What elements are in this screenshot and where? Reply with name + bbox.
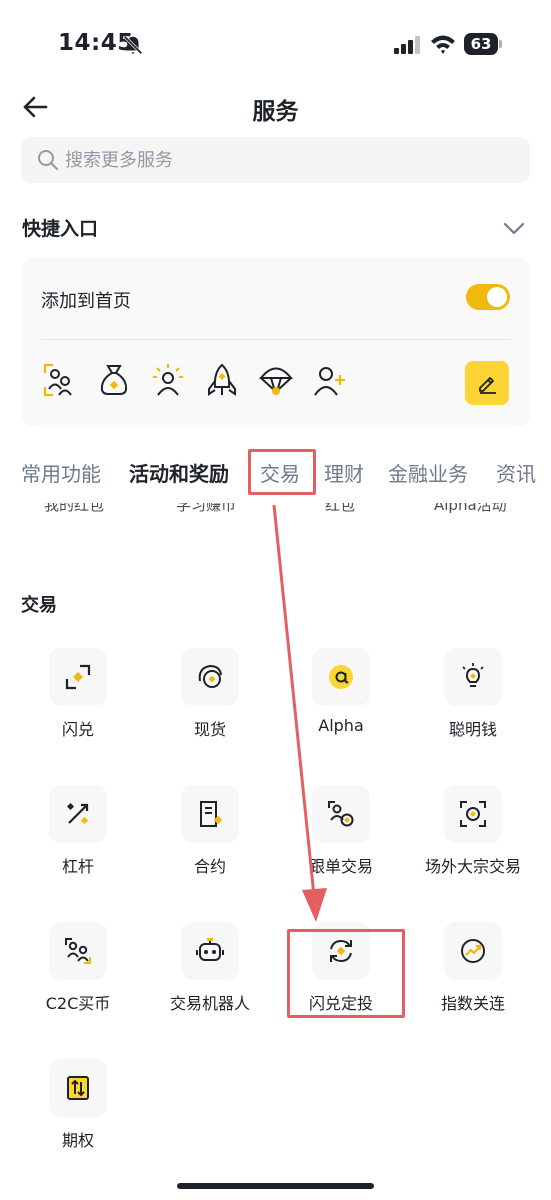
scrolled-row: 我的红包 学习赚币 红包 Alpha活动 bbox=[0, 503, 551, 517]
cut-label-alpha-activity[interactable]: Alpha活动 bbox=[434, 503, 507, 515]
sun-user-icon[interactable] bbox=[151, 363, 185, 397]
grid-label: 闪兑 bbox=[61, 720, 94, 739]
edit-shortcuts-button[interactable] bbox=[465, 361, 509, 405]
search-bar[interactable] bbox=[21, 137, 530, 183]
robot-icon-bg bbox=[181, 922, 239, 980]
grid-label: 指数关连 bbox=[440, 994, 505, 1013]
add-to-home-label: 添加到首页 bbox=[41, 291, 131, 312]
tab-common[interactable]: 常用功能 bbox=[21, 456, 101, 496]
battery-icon: 63 bbox=[464, 33, 502, 55]
grid-item-futures[interactable]: 合约 bbox=[145, 785, 275, 895]
signal-icon bbox=[394, 36, 420, 54]
cut-label-red-packet[interactable]: 我的红包 bbox=[44, 503, 104, 515]
grid-item-c2c[interactable]: C2C买币 bbox=[13, 922, 143, 1032]
grid-label: 杠杆 bbox=[61, 857, 94, 876]
user-scan-icon[interactable] bbox=[43, 363, 77, 397]
grid-label: 聪明钱 bbox=[448, 720, 497, 739]
lightbulb-icon bbox=[462, 663, 484, 687]
tab-activities[interactable]: 活动和奖励 bbox=[129, 456, 229, 496]
otc-icon bbox=[460, 801, 486, 827]
options-icon bbox=[67, 1076, 89, 1100]
document-icon bbox=[200, 801, 223, 827]
arrow-left-icon[interactable] bbox=[22, 94, 48, 120]
copy-trade-icon bbox=[328, 801, 354, 827]
grid-label: 期权 bbox=[61, 1131, 94, 1150]
copy-trade-icon-bg bbox=[312, 785, 370, 843]
alpha-icon-bg bbox=[312, 648, 370, 706]
index-link-icon-bg bbox=[444, 922, 502, 980]
grid-item-convert[interactable]: 闪兑 bbox=[13, 648, 143, 758]
wifi-icon bbox=[431, 35, 455, 54]
grid-item-copy-trading[interactable]: 跟单交易 bbox=[276, 785, 406, 895]
percent-icon bbox=[66, 802, 89, 825]
trade-section-title: 交易 bbox=[21, 595, 57, 616]
grid-item-trading-bot[interactable]: 交易机器人 bbox=[145, 922, 275, 1032]
grid-item-smart-money[interactable]: 聪明钱 bbox=[408, 648, 538, 758]
convert-icon-bg bbox=[49, 648, 107, 706]
battery-tip bbox=[499, 40, 502, 48]
otc-icon-bg bbox=[444, 785, 502, 843]
cut-label-learn-earn[interactable]: 学习赚币 bbox=[176, 503, 236, 515]
grid-label: C2C买币 bbox=[45, 994, 111, 1013]
tab-earn[interactable]: 理财 bbox=[324, 456, 364, 496]
page-title: 服务 bbox=[252, 99, 299, 125]
grid-item-otc[interactable]: 场外大宗交易 bbox=[408, 785, 538, 895]
convert-icon bbox=[65, 664, 91, 690]
rocket-icon[interactable] bbox=[205, 363, 239, 397]
index-link-icon bbox=[461, 939, 485, 963]
battery-level: 63 bbox=[464, 33, 498, 55]
toggle-knob bbox=[487, 287, 507, 307]
c2c-icon-bg bbox=[49, 922, 107, 980]
grid-item-spot[interactable]: 现货 bbox=[145, 648, 275, 758]
grid-label: 场外大宗交易 bbox=[424, 857, 521, 876]
home-indicator bbox=[177, 1183, 374, 1189]
money-bag-icon[interactable] bbox=[97, 363, 131, 397]
grid-item-margin[interactable]: 杠杆 bbox=[13, 785, 143, 895]
grid-label: 交易机器人 bbox=[169, 994, 250, 1013]
search-icon bbox=[38, 150, 58, 170]
cut-label-red-envelope[interactable]: 红包 bbox=[325, 503, 355, 515]
bell-slash-icon bbox=[123, 35, 143, 55]
grid-label: 现货 bbox=[193, 720, 226, 739]
add-to-home-toggle[interactable] bbox=[466, 284, 510, 310]
grid-item-index-link[interactable]: 指数关连 bbox=[408, 922, 538, 1032]
spot-icon bbox=[198, 664, 222, 688]
parachute-icon[interactable] bbox=[259, 363, 293, 397]
quick-access-title: 快捷入口 bbox=[22, 218, 99, 240]
chevron-down-icon[interactable] bbox=[502, 216, 526, 240]
spot-icon-bg bbox=[181, 648, 239, 706]
lightbulb-icon-bg bbox=[444, 648, 502, 706]
status-bar: 14:45 63 bbox=[0, 0, 551, 80]
grid-label: Alpha bbox=[318, 716, 364, 735]
percent-icon-bg bbox=[49, 785, 107, 843]
card-divider bbox=[41, 339, 511, 340]
tab-news[interactable]: 资讯 bbox=[496, 456, 536, 496]
add-user-icon[interactable] bbox=[313, 363, 347, 397]
grid-label: 跟单交易 bbox=[308, 857, 373, 876]
tab-finance[interactable]: 金融业务 bbox=[388, 456, 468, 496]
nav-header: 服务 bbox=[0, 82, 551, 132]
grid-item-options[interactable]: 期权 bbox=[13, 1059, 143, 1169]
options-icon-bg bbox=[49, 1059, 107, 1117]
search-input[interactable] bbox=[65, 137, 515, 183]
grid-item-alpha[interactable]: Alpha bbox=[276, 648, 406, 758]
c2c-icon bbox=[65, 938, 91, 964]
annotation-highlight-auto-invest bbox=[287, 929, 405, 1018]
robot-icon bbox=[196, 938, 224, 961]
quick-access-card: 添加到首页 bbox=[21, 257, 531, 427]
annotation-highlight-trade-tab bbox=[248, 449, 316, 495]
alpha-icon bbox=[329, 665, 353, 689]
document-icon-bg bbox=[181, 785, 239, 843]
grid-label: 合约 bbox=[193, 857, 226, 876]
pencil-icon bbox=[479, 377, 496, 394]
